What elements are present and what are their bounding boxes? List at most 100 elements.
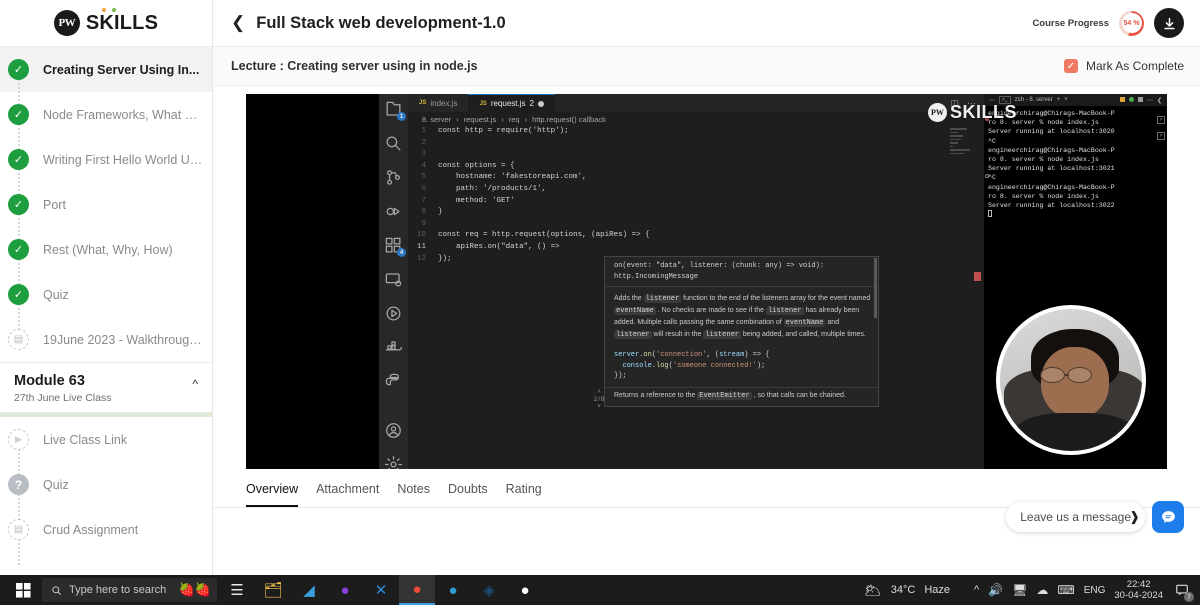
breadcrumb-item[interactable]: request.js: [464, 115, 497, 124]
tab-overview[interactable]: Overview: [246, 482, 299, 507]
module-item-list: ▶ Live Class Link? Quiz ▤ Crud Assignment: [0, 417, 212, 565]
plus-icon[interactable]: +: [1057, 97, 1061, 103]
code-text: }: [438, 208, 443, 217]
sidebar-item-creating-server-using-in[interactable]: ✓ Creating Server Using In...: [0, 47, 212, 105]
collapse-panel-icon[interactable]: ❮: [1157, 97, 1162, 104]
mongodb-icon[interactable]: ●: [507, 575, 543, 605]
chat-bubble-icon[interactable]: [1152, 501, 1184, 533]
vscode-activity-bar: 14: [379, 94, 408, 469]
explorer-icon[interactable]: 1: [384, 100, 406, 121]
action-center-icon[interactable]: 7: [1172, 580, 1194, 602]
language-indicator[interactable]: ENG: [1084, 585, 1106, 596]
code-line: 8}: [412, 207, 984, 219]
mark-as-complete-control[interactable]: ✓ Mark As Complete: [1063, 59, 1184, 73]
timeline-connector: [17, 259, 20, 285]
code-line: 4 const options = {: [412, 161, 984, 173]
mark-as-complete-checkbox[interactable]: ✓: [1063, 59, 1078, 73]
line-number: 5: [421, 173, 426, 182]
breadcrumb-item[interactable]: http.request() callback: [532, 115, 606, 124]
sidebar-item-rest-what-why-how[interactable]: ✓ Rest (What, Why, How): [0, 227, 212, 285]
terminal-line: Server running at localhost:3020: [988, 128, 1115, 136]
editor-tab-index-js[interactable]: JS index.js: [408, 94, 468, 112]
strawberry-icon: 🍓🍓: [178, 582, 211, 597]
webcam-glasses-left: [1040, 367, 1065, 383]
editor-tab-request-js[interactable]: JS request.js 2: [468, 94, 555, 112]
sidebar-item-port[interactable]: ✓ Port: [0, 182, 212, 240]
editor-minimap[interactable]: [944, 112, 984, 469]
module-title: Module 63: [14, 373, 85, 389]
onedrive-icon[interactable]: ☁: [1036, 583, 1048, 597]
line-number: 6: [421, 184, 426, 193]
video-player[interactable]: 14 JS index.js JS request.js 2 ◫ ⋯ 8. server › r…: [246, 94, 1167, 469]
code-text: const: [438, 231, 461, 240]
show-hidden-icons-chevron[interactable]: ^: [974, 584, 979, 596]
sidebar-item-writing-first-hello-world-usin[interactable]: ✓ Writing First Hello World Usin...: [0, 137, 212, 195]
breadcrumb-item[interactable]: req: [509, 115, 520, 124]
postman-icon[interactable]: ◈: [471, 575, 507, 605]
chat-message-label[interactable]: Leave us a message: [1006, 502, 1145, 532]
trash-icon[interactable]: [1137, 96, 1143, 102]
terminal-output[interactable]: engineerchirag@Chirags-MacBook-P ro 8. se…: [984, 106, 1167, 223]
run-debug-icon[interactable]: [384, 202, 403, 221]
remote-explorer-icon[interactable]: [384, 270, 403, 289]
network-icon[interactable]: 🖥: [1012, 583, 1027, 597]
terminal-side-button-2[interactable]: >: [1157, 132, 1165, 140]
breadcrumb-item[interactable]: 8. server: [422, 115, 451, 124]
code-editor-content[interactable]: 1 const http = require('http'); 2 3 4 const o…: [408, 126, 984, 265]
clock[interactable]: 22:42 30-04-2024: [1114, 579, 1163, 601]
line-number: 7: [421, 196, 426, 205]
tooltip-scrollbar[interactable]: [874, 258, 877, 318]
editor-tab-strip: JS index.js JS request.js 2 ◫ ⋯: [408, 94, 984, 112]
terminal-line: ro 8. server % node index.js: [988, 156, 1099, 164]
chevron-left-icon[interactable]: ❮: [231, 13, 245, 33]
source-control-icon[interactable]: [384, 168, 403, 187]
sidebar-item-node-frameworks-what-w[interactable]: ✓ Node Frameworks, What & W...: [0, 92, 212, 150]
chrome-icon[interactable]: ●: [399, 575, 435, 605]
tab-rating[interactable]: Rating: [506, 482, 542, 507]
windows-start-icon[interactable]: [4, 575, 42, 605]
vscode-insiders-icon[interactable]: ◢: [291, 575, 327, 605]
panel-more-icon[interactable]: ⋯: [1147, 97, 1153, 104]
sidebar-item-quiz[interactable]: ✓ Quiz: [0, 272, 212, 330]
github-desktop-icon[interactable]: ●: [327, 575, 363, 605]
edge-icon[interactable]: ●: [435, 575, 471, 605]
sidebar-item-crud-assignment[interactable]: ▤ Crud Assignment: [0, 507, 212, 565]
search-icon[interactable]: [384, 134, 403, 153]
terminal-side-button-1[interactable]: >: [1157, 116, 1165, 124]
settings-gear-icon[interactable]: [384, 455, 403, 469]
extensions-icon[interactable]: 4: [384, 236, 406, 257]
volume-icon[interactable]: 🔊: [988, 583, 1003, 597]
keyboard-icon[interactable]: ⌨: [1057, 583, 1074, 597]
sidebar-item-label: Writing First Hello World Usin...: [43, 152, 203, 167]
brand-logo[interactable]: PW SKILLS: [0, 0, 212, 47]
tooltip-description: Adds the listener function to the end of…: [614, 295, 871, 339]
search-input[interactable]: Type here to search 🍓🍓: [42, 578, 217, 602]
python-icon[interactable]: [384, 372, 403, 391]
timeline-connector: [17, 304, 20, 330]
pw-watermark-text: SKILLS: [950, 102, 1018, 122]
tab-doubts[interactable]: Doubts: [448, 482, 488, 507]
download-icon[interactable]: [1154, 8, 1184, 38]
chevron-up-icon[interactable]: ^: [192, 377, 198, 391]
account-icon[interactable]: [384, 421, 403, 440]
docker-icon[interactable]: [384, 338, 403, 357]
editor-tab-count: 2: [529, 99, 534, 108]
weather-desc: Haze: [924, 584, 951, 596]
tab-notes[interactable]: Notes: [397, 482, 430, 507]
file-explorer-icon[interactable]: 🗂: [255, 575, 291, 605]
testing-icon[interactable]: [384, 304, 403, 323]
sidebar-item-19june-2023-walkthrough[interactable]: ▤ 19June 2023 - Walkthrough...: [0, 317, 212, 362]
sidebar-item-live-class-link[interactable]: ▶ Live Class Link: [0, 417, 212, 475]
chevron-down-icon[interactable]: ˅: [1064, 97, 1068, 103]
terminal-line: engineerchirag@Chirags-MacBook-P: [988, 146, 1115, 154]
module-header[interactable]: Module 63 27th June Live Class ^: [0, 362, 212, 413]
sidebar-item-label: Quiz: [43, 477, 69, 492]
tooltip-pager[interactable]: ^ 2/8 ˅: [593, 389, 605, 410]
search-icon: [52, 585, 61, 595]
lesson-list: ✓ Creating Server Using In... ✓ Node Framew…: [0, 47, 212, 362]
tab-attachment[interactable]: Attachment: [316, 482, 379, 507]
split-terminal-icon[interactable]: [1119, 96, 1125, 102]
task-view-icon[interactable]: ☰: [219, 575, 255, 605]
vscode-icon[interactable]: ✕: [363, 575, 399, 605]
sidebar-item-quiz[interactable]: ? Quiz: [0, 462, 212, 520]
